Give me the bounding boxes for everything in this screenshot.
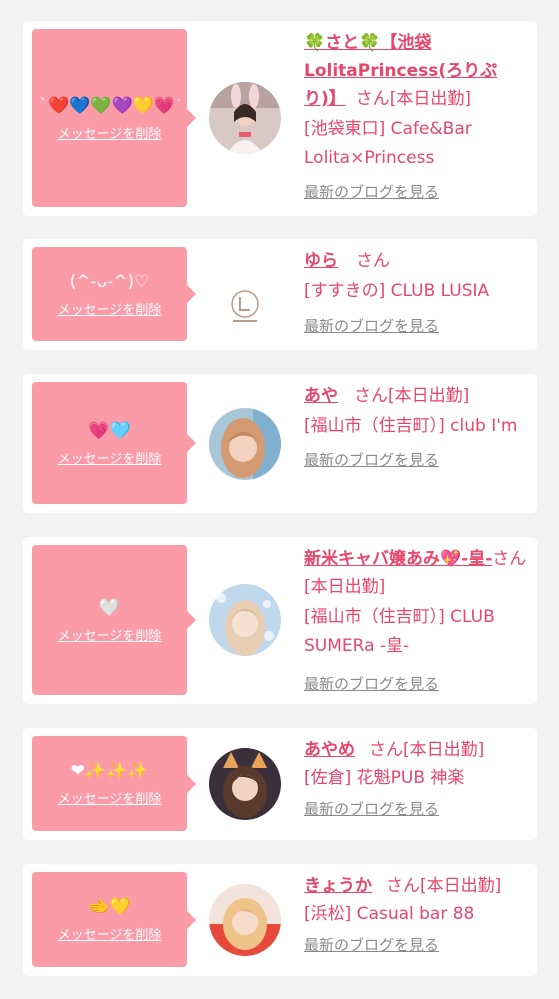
info: あや さん[本日出勤] [福山市（住吉町）] club I'm 最新のブログを見る bbox=[304, 382, 530, 471]
shop-name: [池袋東口] Cafe&Bar Lolita×Princess bbox=[304, 119, 472, 168]
info: あやめ さん[本日出勤] [佐倉] 花魁PUB 神楽 最新のブログを見る bbox=[304, 736, 530, 820]
user-name-link[interactable]: あや bbox=[304, 386, 338, 406]
message-emoji: `❤️💙💚💜💛💗´ bbox=[39, 95, 180, 116]
message-card: ❤︎✨✨✨ メッセージを削除 あやめ さん[本日出勤] [佐倉] 花魁PUB 神楽… bbox=[23, 728, 537, 840]
message-emoji: 💗🩵 bbox=[88, 420, 131, 441]
delete-message-link[interactable]: メッセージを削除 bbox=[58, 123, 162, 142]
shop-name: [福山市（住吉町）] club I'm bbox=[304, 416, 518, 436]
blog-link[interactable]: 最新のブログを見る bbox=[304, 181, 439, 203]
name-line: ゆら さん bbox=[304, 247, 530, 275]
avatar[interactable] bbox=[209, 884, 281, 956]
delete-message-link[interactable]: メッセージを削除 bbox=[58, 924, 162, 943]
delete-message-link[interactable]: メッセージを削除 bbox=[58, 299, 162, 318]
message-card: `❤️💙💚💜💛💗´ メッセージを削除 🍀さと🍀【池袋LolitaPrincess… bbox=[23, 21, 537, 216]
message-emoji: (^-ᴗ-^)♡ bbox=[69, 271, 150, 292]
blog-link[interactable]: 最新のブログを見る bbox=[304, 449, 439, 471]
message-bubble: 🫲💛 メッセージを削除 bbox=[32, 872, 196, 967]
message-emoji: 🫲💛 bbox=[88, 897, 131, 917]
name-suffix: さん[本日出勤] bbox=[354, 386, 470, 406]
name-suffix: さん[本日出勤] bbox=[386, 876, 502, 896]
name-line: あや さん[本日出勤] bbox=[304, 382, 530, 410]
delete-message-link[interactable]: メッセージを削除 bbox=[58, 448, 162, 467]
blog-link[interactable]: 最新のブログを見る bbox=[304, 798, 439, 820]
message-bubble: (^-ᴗ-^)♡ メッセージを削除 bbox=[32, 247, 196, 341]
delete-message-link[interactable]: メッセージを削除 bbox=[58, 625, 162, 644]
info: 新米キャバ嬢あみ💖-皇-さん[本日出勤] [福山市（住吉町）] CLUB SUM… bbox=[304, 545, 530, 695]
info: 🍀さと🍀【池袋LolitaPrincess(ろりぷり)】 さん[本日出勤] [池袋… bbox=[304, 29, 530, 203]
name-line: 🍀さと🍀【池袋LolitaPrincess(ろりぷり)】 さん[本日出勤] bbox=[304, 29, 530, 113]
avatar[interactable] bbox=[209, 82, 281, 154]
user-name-link[interactable]: あやめ bbox=[304, 740, 355, 760]
message-emoji: 🤍 bbox=[98, 597, 121, 618]
name-line: きょうか さん[本日出勤] bbox=[304, 872, 530, 900]
avatar[interactable] bbox=[209, 748, 281, 820]
message-bubble: 💗🩵 メッセージを削除 bbox=[32, 382, 196, 504]
blog-link[interactable]: 最新のブログを見る bbox=[304, 934, 439, 956]
name-line: あやめ さん[本日出勤] bbox=[304, 736, 530, 764]
blog-link[interactable]: 最新のブログを見る bbox=[304, 315, 439, 337]
name-suffix: さん bbox=[356, 251, 390, 271]
avatar[interactable] bbox=[209, 584, 281, 656]
shop-name: [佐倉] 花魁PUB 神楽 bbox=[304, 768, 465, 788]
name-line: 新米キャバ嬢あみ💖-皇-さん[本日出勤] bbox=[304, 545, 530, 601]
user-name-link[interactable]: 新米キャバ嬢あみ💖-皇- bbox=[304, 549, 492, 569]
message-card: (^-ᴗ-^)♡ メッセージを削除 ゆら さん [すすきの] CLUB LUSIA… bbox=[23, 239, 537, 350]
message-bubble: ❤︎✨✨✨ メッセージを削除 bbox=[32, 736, 196, 831]
message-card: 💗🩵 メッセージを削除 あや さん[本日出勤] [福山市（住吉町）] club I… bbox=[23, 374, 537, 513]
message-emoji: ❤︎✨✨✨ bbox=[70, 761, 149, 781]
info: きょうか さん[本日出勤] [浜松] Casual bar 88 最新のブログを見… bbox=[304, 872, 530, 956]
message-bubble: `❤️💙💚💜💛💗´ メッセージを削除 bbox=[32, 29, 196, 207]
user-name-link[interactable]: ゆら bbox=[304, 251, 338, 271]
message-bubble: 🤍 メッセージを削除 bbox=[32, 545, 196, 695]
shop-name: [すすきの] CLUB LUSIA bbox=[304, 281, 490, 301]
shop-name: [福山市（住吉町）] CLUB SUMERa -皇- bbox=[304, 607, 495, 656]
message-card: 🫲💛 メッセージを削除 きょうか さん[本日出勤] [浜松] Casual bar… bbox=[23, 864, 537, 976]
shop-name: [浜松] Casual bar 88 bbox=[304, 904, 475, 924]
name-suffix: さん[本日出勤] bbox=[369, 740, 485, 760]
avatar[interactable] bbox=[209, 408, 281, 480]
name-suffix: さん[本日出勤] bbox=[355, 89, 472, 109]
avatar[interactable] bbox=[209, 273, 281, 345]
blog-link[interactable]: 最新のブログを見る bbox=[304, 673, 439, 695]
message-card: 🤍 メッセージを削除 新米キャバ嬢あみ💖-皇-さん[本日出勤] [福山市（住吉町… bbox=[23, 537, 537, 704]
delete-message-link[interactable]: メッセージを削除 bbox=[58, 788, 162, 807]
info: ゆら さん [すすきの] CLUB LUSIA 最新のブログを見る bbox=[304, 247, 530, 337]
user-name-link[interactable]: きょうか bbox=[304, 876, 372, 896]
